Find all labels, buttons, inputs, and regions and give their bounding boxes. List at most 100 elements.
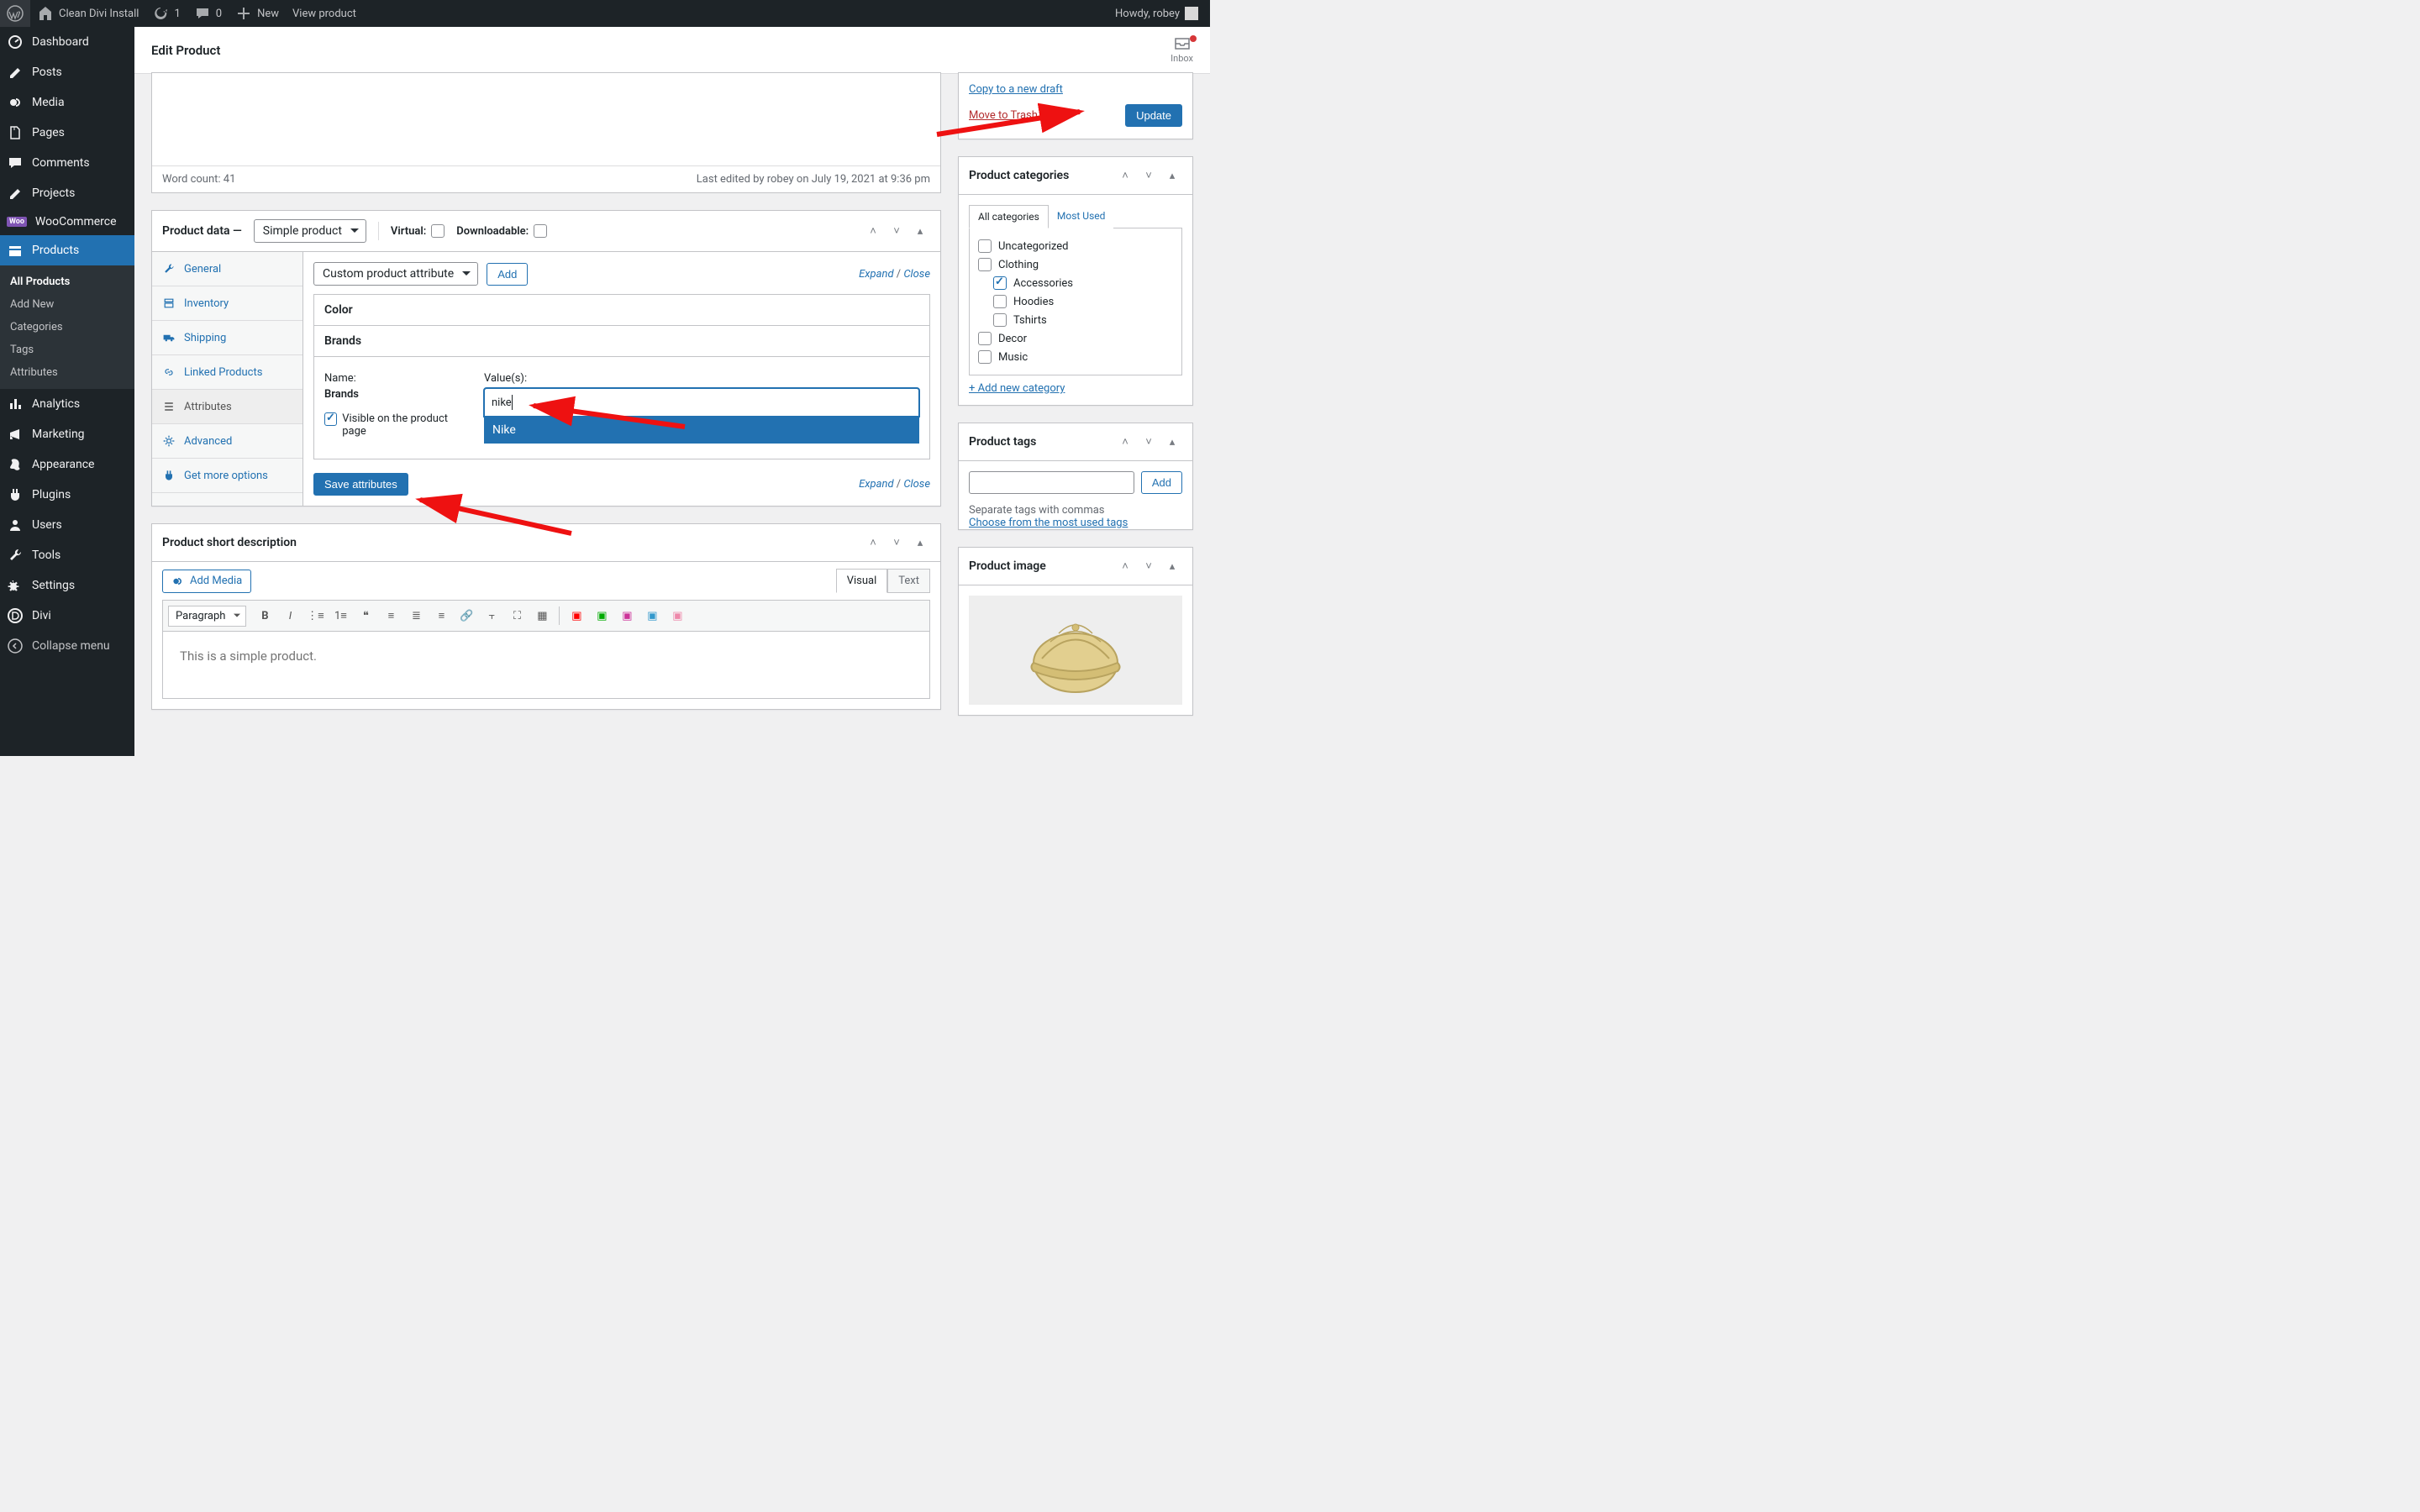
add-new-category[interactable]: + Add new category xyxy=(969,382,1065,395)
toolbar-toggle-button[interactable]: ▦ xyxy=(530,604,554,627)
menu-posts[interactable]: Posts xyxy=(0,57,134,87)
virtual-checkbox[interactable] xyxy=(431,224,445,238)
attribute-values-input[interactable]: nike xyxy=(484,388,919,417)
menu-settings[interactable]: Settings xyxy=(0,570,134,601)
update-button[interactable]: Update xyxy=(1125,104,1182,127)
new-content[interactable]: New xyxy=(229,0,286,27)
close-all-bottom[interactable]: Close xyxy=(903,478,930,491)
insert-more-button[interactable]: ⫟ xyxy=(480,604,503,627)
inbox-button[interactable]: Inbox xyxy=(1171,37,1193,64)
divi-button-4[interactable]: ▣ xyxy=(640,604,664,627)
tags-input[interactable] xyxy=(969,471,1134,494)
align-left-button[interactable]: ≡ xyxy=(379,604,402,627)
menu-analytics[interactable]: Analytics xyxy=(0,389,134,419)
view-product[interactable]: View product xyxy=(286,0,363,27)
menu-comments[interactable]: Comments xyxy=(0,148,134,178)
submenu-tags[interactable]: Tags xyxy=(0,339,134,361)
tab-get-more[interactable]: Get more options xyxy=(152,459,302,493)
editor-content-area[interactable] xyxy=(152,73,940,165)
expand-all[interactable]: Expand xyxy=(859,268,893,281)
visible-checkbox[interactable] xyxy=(324,412,337,426)
cat-hoodies-cb[interactable] xyxy=(993,295,1007,308)
divi-button-3[interactable]: ▣ xyxy=(615,604,639,627)
link-button[interactable]: 🔗 xyxy=(455,604,478,627)
downloadable-checkbox[interactable] xyxy=(534,224,547,238)
tab-attributes[interactable]: Attributes xyxy=(152,390,302,424)
menu-dashboard[interactable]: Dashboard xyxy=(0,27,134,57)
tab-general[interactable]: General xyxy=(152,252,302,286)
menu-marketing[interactable]: Marketing xyxy=(0,419,134,449)
menu-woocommerce[interactable]: WooWooCommerce xyxy=(0,208,134,235)
attribute-color-header[interactable]: Color xyxy=(314,295,929,326)
autocomplete-option-nike[interactable]: Nike xyxy=(484,417,919,444)
menu-appearance[interactable]: Appearance xyxy=(0,449,134,480)
tab-linked-products[interactable]: Linked Products xyxy=(152,355,302,390)
cat-uncategorized-cb[interactable] xyxy=(978,239,992,253)
bold-button[interactable]: B xyxy=(253,604,276,627)
format-select[interactable]: Paragraph xyxy=(168,606,246,627)
my-account[interactable]: Howdy, robey xyxy=(1115,7,1203,20)
cat-tshirts-cb[interactable] xyxy=(993,313,1007,327)
menu-pages[interactable]: Pages xyxy=(0,118,134,148)
toggle-panel[interactable]: ▴ xyxy=(910,221,930,241)
menu-users[interactable]: Users xyxy=(0,510,134,540)
updates[interactable]: 1 xyxy=(145,0,187,27)
publish-metabox: Copy to a new draft Move to Trash Update xyxy=(958,72,1193,139)
quote-button[interactable]: ❝ xyxy=(354,604,377,627)
divi-button-2[interactable]: ▣ xyxy=(590,604,613,627)
submenu-add-new[interactable]: Add New xyxy=(0,293,134,316)
save-attributes-button[interactable]: Save attributes xyxy=(313,473,408,496)
align-right-button[interactable]: ≡ xyxy=(429,604,453,627)
menu-tools[interactable]: Tools xyxy=(0,540,134,570)
all-categories-tab[interactable]: All categories xyxy=(969,205,1049,228)
attribute-taxonomy-select[interactable]: Custom product attribute xyxy=(313,262,478,286)
most-used-tab[interactable]: Most Used xyxy=(1049,205,1114,228)
cat-decor-cb[interactable] xyxy=(978,332,992,345)
attribute-brands-header[interactable]: Brands xyxy=(314,326,929,357)
toggle-panel[interactable]: ▴ xyxy=(910,533,930,553)
comments-count[interactable]: 0 xyxy=(187,0,229,27)
text-tab[interactable]: Text xyxy=(887,569,930,593)
move-up[interactable]: ˄ xyxy=(863,533,883,553)
move-down[interactable]: ˅ xyxy=(886,533,907,553)
fullscreen-button[interactable]: ⛶ xyxy=(505,604,529,627)
divi-button-1[interactable]: ▣ xyxy=(565,604,588,627)
menu-plugins[interactable]: Plugins xyxy=(0,480,134,510)
product-type-select[interactable]: Simple product xyxy=(254,219,366,243)
expand-all-bottom[interactable]: Expand xyxy=(859,478,893,491)
wp-logo[interactable] xyxy=(0,0,30,27)
product-image-thumbnail[interactable] xyxy=(969,596,1182,705)
cat-clothing-cb[interactable] xyxy=(978,258,992,271)
choose-used-tags[interactable]: Choose from the most used tags xyxy=(959,507,1138,539)
visual-tab[interactable]: Visual xyxy=(836,569,888,593)
copy-to-draft[interactable]: Copy to a new draft xyxy=(969,83,1182,96)
align-center-button[interactable]: ≣ xyxy=(404,604,428,627)
add-tag-button[interactable]: Add xyxy=(1141,471,1182,494)
divi-button-5[interactable]: ▣ xyxy=(666,604,689,627)
close-all[interactable]: Close xyxy=(903,268,930,281)
menu-products[interactable]: Products xyxy=(0,235,134,265)
add-media-button[interactable]: Add Media xyxy=(162,570,251,593)
cat-accessories-cb[interactable] xyxy=(993,276,1007,290)
site-name[interactable]: Clean Divi Install xyxy=(30,0,145,27)
italic-button[interactable]: I xyxy=(278,604,302,627)
collapse-menu[interactable]: Collapse menu xyxy=(0,631,134,661)
cat-music-cb[interactable] xyxy=(978,350,992,364)
submenu-categories[interactable]: Categories xyxy=(0,316,134,339)
move-down[interactable]: ˅ xyxy=(886,221,907,241)
bullet-list-button[interactable]: ⋮≡ xyxy=(303,604,327,627)
tab-inventory[interactable]: Inventory xyxy=(152,286,302,321)
tab-shipping[interactable]: Shipping xyxy=(152,321,302,355)
number-list-button[interactable]: 1≡ xyxy=(329,604,352,627)
submenu-attributes[interactable]: Attributes xyxy=(0,361,134,384)
menu-divi[interactable]: Divi xyxy=(0,601,134,631)
short-desc-editor[interactable]: This is a simple product. xyxy=(162,632,930,699)
add-attribute-button[interactable]: Add xyxy=(487,263,528,286)
move-up[interactable]: ˄ xyxy=(863,221,883,241)
menu-projects[interactable]: Projects xyxy=(0,178,134,208)
tab-advanced[interactable]: Advanced xyxy=(152,424,302,459)
menu-media[interactable]: Media xyxy=(0,87,134,118)
submenu-all-products[interactable]: All Products xyxy=(0,270,134,293)
move-to-trash[interactable]: Move to Trash xyxy=(969,109,1038,122)
product-tags-metabox: Product tags ˄˅▴ Add Separate tags with … xyxy=(958,423,1193,530)
